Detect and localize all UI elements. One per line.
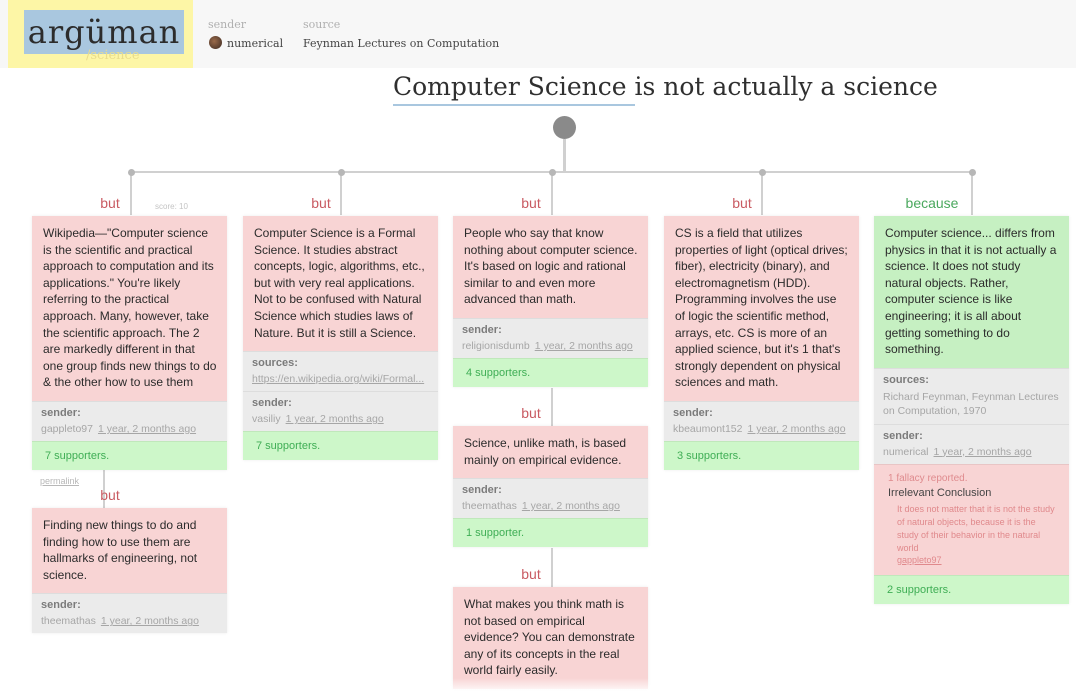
source-text: Richard Feynman, Feynman Lectures on Com… bbox=[883, 390, 1059, 417]
supporters-count[interactable]: 2 supporters. bbox=[874, 574, 1069, 604]
fallacy-count[interactable]: 1 fallacy reported. bbox=[888, 473, 1059, 484]
timestamp-link[interactable]: 1 year, 2 months ago bbox=[286, 413, 384, 425]
sources-label: sources: bbox=[252, 357, 298, 370]
sources-section: sources: Richard Feynman, Feynman Lectur… bbox=[874, 367, 1069, 424]
title-underline bbox=[393, 104, 635, 106]
timestamp-link[interactable]: 1 year, 2 months ago bbox=[747, 423, 845, 435]
premise-card[interactable]: What makes you think math is not based o… bbox=[453, 587, 648, 689]
relation-label: but bbox=[100, 195, 120, 211]
node-dot bbox=[128, 169, 135, 176]
timestamp-link[interactable]: 1 year, 2 months ago bbox=[98, 423, 196, 435]
root-connector bbox=[563, 139, 566, 172]
supporters-count[interactable]: 1 supporter. bbox=[453, 518, 648, 548]
node-dot bbox=[969, 169, 976, 176]
channel-label[interactable]: /science bbox=[86, 48, 140, 63]
fallacy-section: 1 fallacy reported. Irrelevant Conclusio… bbox=[874, 463, 1069, 575]
relation-label: but bbox=[311, 195, 331, 211]
sender-label: sender: bbox=[462, 484, 502, 497]
supporters-count[interactable]: 4 supporters. bbox=[453, 357, 648, 387]
timestamp-link[interactable]: 1 year, 2 months ago bbox=[101, 615, 199, 627]
premise-text: What makes you think math is not based o… bbox=[453, 587, 648, 689]
node-dot bbox=[759, 169, 766, 176]
sender-section: sender: numerical 1 year, 2 months ago bbox=[874, 423, 1069, 464]
sender-section: sender: theemathas 1 year, 2 months ago bbox=[453, 478, 648, 519]
fallacy-name: Irrelevant Conclusion bbox=[888, 486, 992, 499]
timestamp-link[interactable]: 1 year, 2 months ago bbox=[535, 340, 633, 352]
premise-text: Computer science... differs from physics… bbox=[874, 216, 1069, 368]
sources-section: sources: https://en.wikipedia.org/wiki/F… bbox=[243, 351, 438, 392]
sender-label: sender: bbox=[883, 429, 923, 442]
timestamp-link[interactable]: 1 year, 2 months ago bbox=[934, 446, 1032, 458]
premise-text: Science, unlike math, is based mainly on… bbox=[453, 426, 648, 479]
node-dot bbox=[549, 169, 556, 176]
premise-card[interactable]: Computer science... differs from physics… bbox=[874, 216, 1069, 604]
premise-card[interactable]: People who say that know nothing about c… bbox=[453, 216, 648, 387]
sender-label: sender bbox=[208, 18, 247, 31]
premise-card[interactable]: Finding new things to do and finding how… bbox=[32, 508, 227, 634]
bottom-fade bbox=[0, 678, 1076, 693]
sender-name[interactable]: numerical bbox=[227, 37, 283, 50]
sender-label: sender: bbox=[41, 406, 81, 419]
relation-label: but bbox=[521, 405, 541, 421]
sender-name[interactable]: theemathas bbox=[462, 500, 517, 512]
sender-label: sender: bbox=[673, 406, 713, 419]
premise-text: CS is a field that utilizes properties o… bbox=[664, 216, 859, 401]
sender-name[interactable]: vasiliy bbox=[252, 413, 281, 425]
premise-text: People who say that know nothing about c… bbox=[453, 216, 648, 318]
root-node-dot[interactable] bbox=[553, 116, 576, 139]
logo-area[interactable]: argüman /science bbox=[8, 0, 193, 68]
fallacy-reporter-link[interactable]: gappleto97 bbox=[888, 555, 1059, 565]
avatar bbox=[209, 36, 222, 49]
sender-name[interactable]: numerical bbox=[883, 446, 929, 458]
sender-label: sender: bbox=[41, 599, 81, 612]
supporters-count[interactable]: 7 supporters. bbox=[32, 440, 227, 470]
premise-card[interactable]: CS is a field that utilizes properties o… bbox=[664, 216, 859, 470]
fallacy-description: It does not matter that it is not the st… bbox=[897, 503, 1055, 553]
page-title: Computer Science is not actually a scien… bbox=[393, 72, 938, 101]
sender-section: sender: religionisdumb 1 year, 2 months a… bbox=[453, 317, 648, 358]
timestamp-link[interactable]: 1 year, 2 months ago bbox=[522, 500, 620, 512]
source-value: Feynman Lectures on Computation bbox=[303, 37, 500, 50]
sender-section: sender: kbeaumont152 1 year, 2 months ago bbox=[664, 400, 859, 441]
relation-label: but bbox=[732, 195, 752, 211]
supporters-count[interactable]: 7 supporters. bbox=[243, 431, 438, 461]
sender-name[interactable]: theemathas bbox=[41, 615, 96, 627]
premise-text: Computer Science is a Formal Science. It… bbox=[243, 216, 438, 352]
sender-name[interactable]: gappleto97 bbox=[41, 423, 93, 435]
relation-label: but bbox=[521, 195, 541, 211]
sender-name[interactable]: religionisdumb bbox=[462, 340, 530, 352]
supporters-count[interactable]: 3 supporters. bbox=[664, 440, 859, 470]
sender-name[interactable]: kbeaumont152 bbox=[673, 423, 742, 435]
sources-label: sources: bbox=[883, 373, 929, 386]
source-link[interactable]: https://en.wikipedia.org/wiki/Formal... bbox=[252, 373, 424, 385]
score-label: score: 10 bbox=[155, 202, 188, 211]
premise-card[interactable]: Wikipedia—"Computer science is the scien… bbox=[32, 216, 227, 470]
premise-text: Finding new things to do and finding how… bbox=[32, 508, 227, 594]
sender-section: sender: gappleto97 1 year, 2 months ago bbox=[32, 400, 227, 441]
sender-section: sender: theemathas 1 year, 2 months ago bbox=[32, 593, 227, 634]
premise-card[interactable]: Science, unlike math, is based mainly on… bbox=[453, 426, 648, 548]
permalink[interactable]: permalink bbox=[40, 476, 79, 486]
premise-card[interactable]: Computer Science is a Formal Science. It… bbox=[243, 216, 438, 461]
relation-label: because bbox=[905, 195, 959, 211]
sender-section: sender: vasiliy 1 year, 2 months ago bbox=[243, 391, 438, 432]
source-label: source bbox=[303, 18, 341, 31]
node-dot bbox=[338, 169, 345, 176]
sender-label: sender: bbox=[462, 323, 502, 336]
premise-text: Wikipedia—"Computer science is the scien… bbox=[32, 216, 227, 401]
relation-label: but bbox=[521, 566, 541, 582]
relation-label: but bbox=[100, 487, 120, 503]
sender-label: sender: bbox=[252, 397, 292, 410]
argument-page: argüman /science sender numerical source… bbox=[0, 0, 1076, 693]
